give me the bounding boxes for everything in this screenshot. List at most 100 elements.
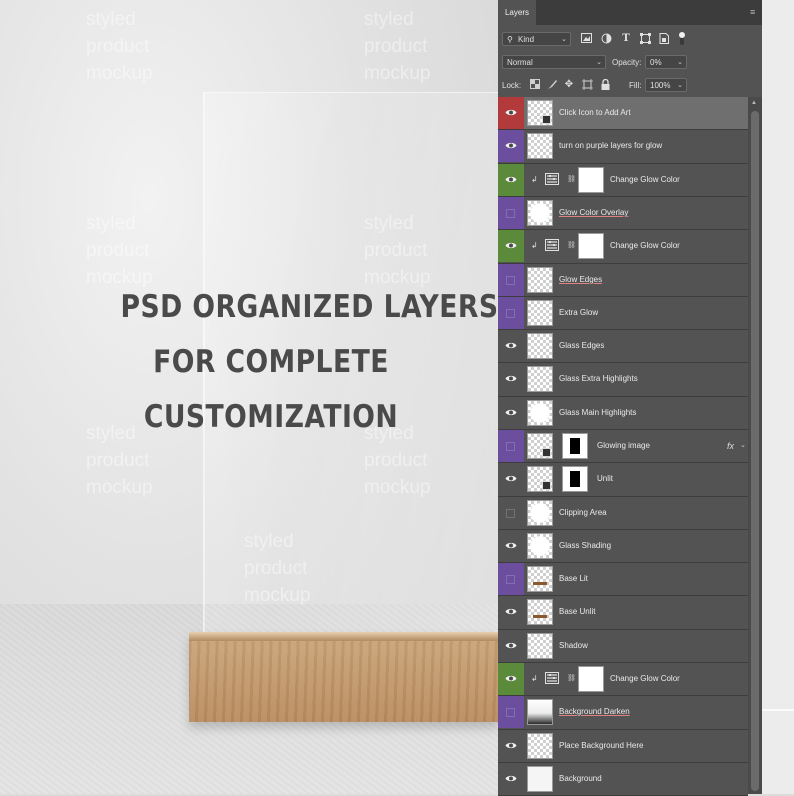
layer-row[interactable]: Unlit <box>498 463 748 497</box>
type-filter-icon[interactable]: T <box>620 33 632 45</box>
smart-object-badge-icon <box>542 481 551 490</box>
layer-visibility-toggle[interactable] <box>498 297 524 329</box>
layer-name: turn on purple layers for glow <box>559 141 663 150</box>
lock-transparent-icon[interactable] <box>529 79 541 91</box>
opacity-label: Opacity: <box>612 58 642 67</box>
layer-visibility-toggle[interactable] <box>498 97 524 129</box>
layer-name: Glow Edges <box>559 275 603 284</box>
layer-visibility-toggle[interactable] <box>498 330 524 362</box>
layer-row[interactable]: Base Lit <box>498 563 748 596</box>
layer-row[interactable]: ↲ ⛓ Change Glow Color <box>498 663 748 696</box>
watermark: styledproductmockup <box>364 9 431 84</box>
layer-row[interactable]: ↲ ⛓ Change Glow Color <box>498 164 748 197</box>
layer-visibility-toggle[interactable] <box>498 730 524 762</box>
layer-row[interactable]: Place Background Here <box>498 730 748 763</box>
visibility-off-box <box>506 708 515 717</box>
layer-visibility-toggle[interactable] <box>498 197 524 229</box>
layer-effects-icon[interactable]: fx <box>727 430 734 462</box>
link-icon: ⛓ <box>567 675 576 682</box>
layer-visibility-toggle[interactable] <box>498 164 524 196</box>
layer-mask-thumbnail <box>578 167 604 193</box>
fill-value: 100% <box>650 81 671 90</box>
layer-visibility-toggle[interactable] <box>498 497 524 529</box>
layer-name: Clipping Area <box>559 508 607 517</box>
layers-panel: Layers ≡ ⚲ Kind ⌄ T Normal ⌄ Opacity: 0%… <box>498 0 762 796</box>
opacity-value: 0% <box>650 58 662 67</box>
lock-position-icon[interactable]: ✥ <box>563 79 575 91</box>
layer-name: Change Glow Color <box>610 674 680 683</box>
layer-mask-thumbnail <box>562 466 588 492</box>
adjustment-filter-icon[interactable] <box>600 33 612 45</box>
filter-kind-select[interactable]: ⚲ Kind ⌄ <box>502 32 571 46</box>
scrollbar-thumb[interactable] <box>751 111 759 791</box>
layer-visibility-toggle[interactable] <box>498 563 524 595</box>
layer-visibility-toggle[interactable] <box>498 630 524 662</box>
layer-list-scrollbar[interactable]: ▲ <box>748 97 762 794</box>
panel-menu-icon[interactable]: ≡ <box>750 8 758 17</box>
lock-all-icon[interactable] <box>599 78 611 91</box>
layer-thumbnail <box>527 733 553 759</box>
smart-object-filter-icon[interactable] <box>658 33 670 45</box>
layer-visibility-toggle[interactable] <box>498 264 524 296</box>
layer-name: Base Lit <box>559 574 588 583</box>
layer-thumbnail <box>527 100 553 126</box>
lock-row: Lock: ✥ Fill: 100% ⌄ <box>498 75 762 97</box>
layer-row[interactable]: Glowing image fx ⌄ <box>498 430 748 463</box>
lock-pixels-icon[interactable] <box>546 79 558 91</box>
layer-visibility-toggle[interactable] <box>498 230 524 262</box>
layer-row[interactable]: Glow Edges <box>498 264 748 297</box>
filter-row: ⚲ Kind ⌄ T <box>498 29 762 51</box>
layer-row[interactable]: Glass Main Highlights <box>498 397 748 430</box>
layer-visibility-toggle[interactable] <box>498 596 524 628</box>
layer-thumbnail <box>527 466 553 492</box>
levels-adjustment-icon <box>545 672 559 684</box>
layer-row[interactable]: Glass Extra Highlights <box>498 363 748 397</box>
layer-row[interactable]: Glow Color Overlay <box>498 197 748 230</box>
visibility-off-box <box>506 575 515 584</box>
chevron-down-icon: ⌄ <box>677 82 683 89</box>
layer-row[interactable]: Click Icon to Add Art <box>498 97 748 130</box>
layer-thumbnail <box>527 433 553 459</box>
layer-row[interactable]: Clipping Area <box>498 497 748 530</box>
layer-name: Glass Shading <box>559 541 612 550</box>
layer-visibility-toggle[interactable] <box>498 463 524 495</box>
layer-visibility-toggle[interactable] <box>498 397 524 429</box>
layer-visibility-toggle[interactable] <box>498 696 524 728</box>
panel-tab-bar: Layers ≡ <box>498 0 762 25</box>
layer-mask-thumbnail <box>578 233 604 259</box>
fill-field[interactable]: 100% ⌄ <box>645 78 687 92</box>
layer-row[interactable]: Background Darken <box>498 696 748 730</box>
layer-visibility-toggle[interactable] <box>498 763 524 795</box>
layer-visibility-toggle[interactable] <box>498 430 524 462</box>
watermark: styledproductmockup <box>86 213 153 288</box>
layer-row[interactable]: Extra Glow <box>498 297 748 330</box>
layer-mask-thumbnail <box>562 433 588 459</box>
layer-name: Glowing image <box>597 441 650 450</box>
layer-row[interactable]: ↲ ⛓ Change Glow Color <box>498 230 748 264</box>
shape-filter-icon[interactable] <box>639 33 651 45</box>
chevron-down-icon[interactable]: ⌄ <box>740 430 746 462</box>
filter-toggle-icon[interactable] <box>676 31 688 45</box>
watermark: styledproductmockup <box>86 9 153 84</box>
layer-visibility-toggle[interactable] <box>498 363 524 395</box>
scroll-up-icon[interactable]: ▲ <box>751 100 757 106</box>
layer-row[interactable]: Base Unlit <box>498 596 748 630</box>
layer-name: Glass Extra Highlights <box>559 374 638 383</box>
lock-artboard-icon[interactable] <box>581 79 593 91</box>
blend-mode-select[interactable]: Normal ⌄ <box>502 55 606 69</box>
layer-thumbnail <box>527 300 553 326</box>
tab-layers[interactable]: Layers <box>498 0 536 25</box>
layer-row[interactable]: Glass Shading <box>498 530 748 563</box>
layer-visibility-toggle[interactable] <box>498 130 524 162</box>
pixel-filter-icon[interactable] <box>580 33 592 45</box>
layer-row[interactable]: turn on purple layers for glow <box>498 130 748 164</box>
layer-thumbnail <box>527 699 553 725</box>
layer-row[interactable]: Shadow <box>498 630 748 663</box>
layer-visibility-toggle[interactable] <box>498 530 524 562</box>
layer-visibility-toggle[interactable] <box>498 663 524 695</box>
layer-row[interactable]: Glass Edges <box>498 330 748 363</box>
link-icon: ⛓ <box>567 242 576 249</box>
layer-row[interactable]: Background <box>498 763 748 796</box>
visibility-off-box <box>506 309 515 318</box>
opacity-field[interactable]: 0% ⌄ <box>645 55 687 69</box>
